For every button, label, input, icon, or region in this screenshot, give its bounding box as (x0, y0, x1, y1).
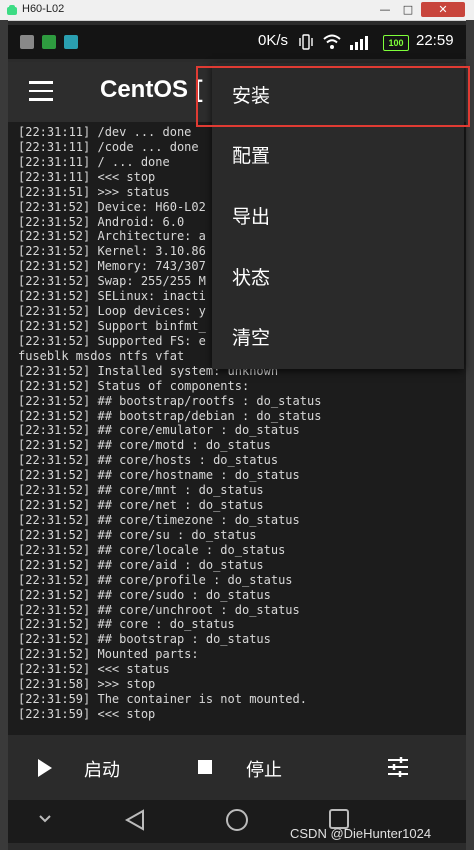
log-line: [22:31:59] <<< stop (18, 706, 156, 721)
menu-item-label: 清空 (232, 327, 271, 349)
log-line: [22:31:52] ## core/net : do_status (18, 498, 264, 513)
log-line: [22:31:52] ## core/timezone : do_status (18, 512, 300, 527)
play-icon (38, 759, 52, 777)
clock: 22:59 (416, 32, 454, 49)
minimize-button[interactable]: — (374, 2, 396, 17)
chevron-down-icon[interactable] (38, 814, 52, 824)
menu-item-clear[interactable]: 清空 (212, 308, 464, 369)
log-line: [22:31:52] ## core/mnt : do_status (18, 483, 264, 498)
close-button[interactable]: ✕ (421, 2, 465, 17)
log-line: [22:31:52] ## core : do_status (18, 617, 235, 632)
window-title-bar: H60-L02 — □ ✕ (0, 0, 474, 21)
log-line: [22:31:52] ## core/su : do_status (18, 527, 257, 542)
signal-icon (350, 36, 368, 50)
log-line: [22:31:52] <<< status (18, 662, 170, 677)
log-line: [22:31:52] ## core/locale : do_status (18, 542, 286, 557)
watermark: CSDN @DieHunter1024 (290, 826, 432, 841)
log-line: [22:31:52] ## bootstrap/debian : do_stat… (18, 408, 322, 423)
log-line: [22:31:52] ## core/profile : do_status (18, 572, 293, 587)
overflow-menu: 安装 配置 导出 状态 清空 (196, 63, 470, 369)
log-line: [22:31:52] ## core/motd : do_status (18, 438, 271, 453)
window-frame-left (0, 20, 8, 850)
start-label: 启动 (84, 760, 120, 781)
log-line: [22:31:52] ## bootstrap : do_status (18, 632, 271, 647)
home-icon[interactable] (225, 808, 249, 832)
log-line: [22:31:59] The container is not mounted. (18, 692, 307, 707)
menu-item-export[interactable]: 导出 (212, 187, 464, 248)
menu-item-label: 配置 (232, 145, 271, 167)
log-line: [22:31:52] ## core/emulator : do_status (18, 423, 300, 438)
menu-icon[interactable] (29, 81, 55, 103)
maximize-button[interactable]: □ (397, 2, 419, 17)
log-line: [22:31:52] Mounted parts: (18, 647, 199, 662)
menu-item-install[interactable]: 安装 (196, 66, 470, 127)
bottom-toolbar: 启动 停止 (8, 735, 466, 800)
log-line: [22:31:52] ## core/unchroot : do_status (18, 602, 300, 617)
network-speed: 0K/s (258, 32, 289, 49)
app-notification-icon (64, 35, 78, 49)
wifi-icon (323, 34, 341, 49)
log-line: [22:31:52] ## core/hosts : do_status (18, 453, 279, 468)
vibrate-icon (299, 34, 313, 50)
stop-icon (198, 760, 212, 774)
app-title: CentOS [ (100, 76, 203, 103)
wechat-icon (42, 35, 56, 49)
android-icon (7, 5, 17, 15)
battery-indicator: 100 (383, 35, 409, 51)
menu-item-status[interactable]: 状态 (212, 248, 464, 309)
menu-item-label: 导出 (232, 206, 271, 228)
settings-sliders-icon[interactable] (386, 755, 410, 779)
menu-item-config[interactable]: 配置 (212, 126, 464, 187)
start-button[interactable]: 启动 (8, 735, 158, 800)
log-line: [22:31:52] ## bootstrap/rootfs : do_stat… (18, 393, 322, 408)
stop-label: 停止 (246, 760, 282, 781)
back-icon[interactable] (124, 808, 146, 832)
log-line: [22:31:52] ## core/sudo : do_status (18, 587, 271, 602)
notification-icon (20, 35, 34, 49)
status-bar: 0K/s 100 22:59 (8, 25, 466, 59)
log-line: [22:31:52] Status of components: (18, 378, 250, 393)
log-line: [22:31:58] >>> stop (18, 677, 156, 692)
log-line: [22:31:52] ## core/aid : do_status (18, 557, 264, 572)
window-title: H60-L02 (22, 3, 65, 15)
menu-item-label: 安装 (232, 85, 271, 107)
menu-item-label: 状态 (232, 267, 271, 289)
window-frame-right (466, 20, 474, 850)
stop-button[interactable]: 停止 (168, 735, 318, 800)
log-line: [22:31:52] ## core/hostname : do_status (18, 468, 300, 483)
